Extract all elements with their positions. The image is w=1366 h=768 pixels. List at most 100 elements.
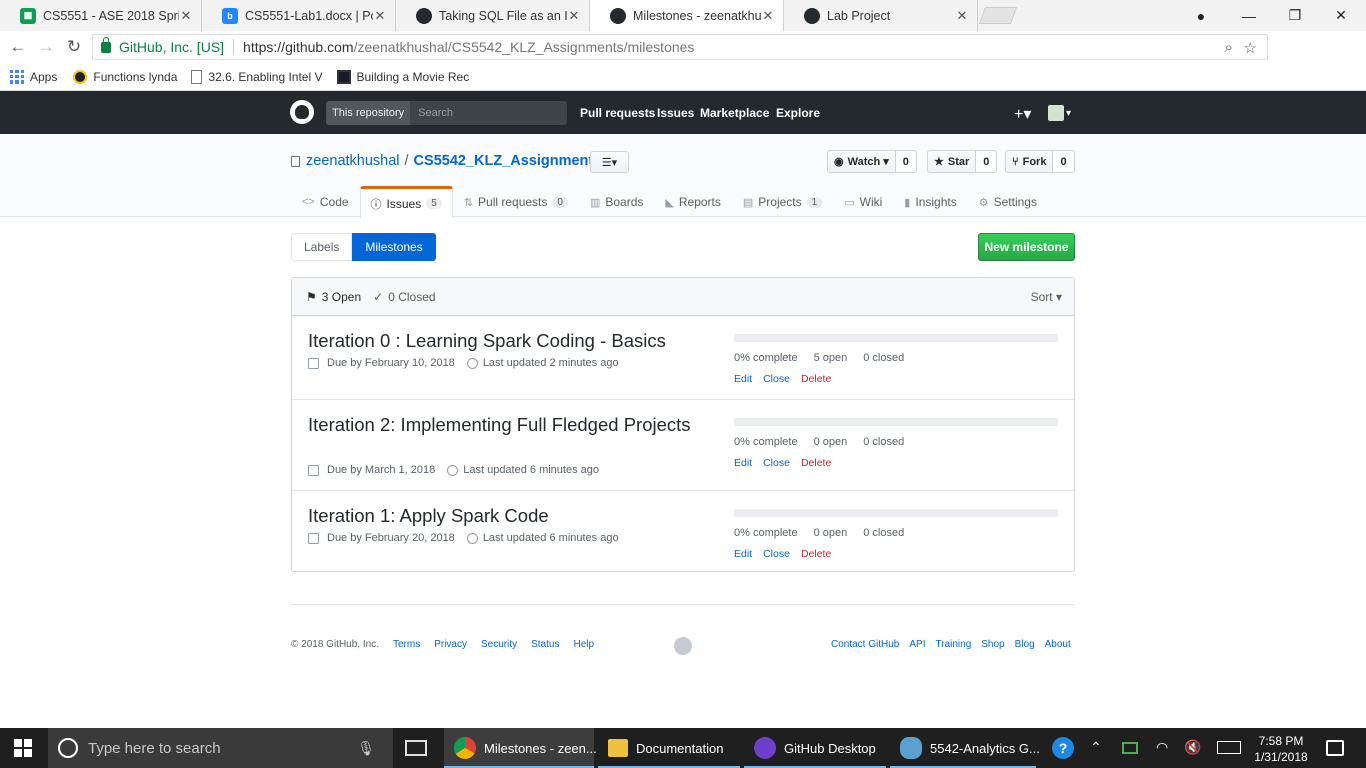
- taskbar-search[interactable]: Type here to search 🎙: [48, 728, 393, 768]
- zoom-icon[interactable]: ⌕: [1225, 39, 1233, 56]
- github-logo-icon[interactable]: [290, 100, 314, 124]
- open-issues-link[interactable]: 0 open: [814, 436, 848, 448]
- close-tab-icon[interactable]: ✕: [955, 8, 969, 24]
- footer-link-contact[interactable]: Contact GitHub: [831, 639, 899, 650]
- tab-insights[interactable]: ▮ Insights: [893, 186, 967, 217]
- tab-issues[interactable]: ⓘ Issues 5: [359, 186, 453, 218]
- search-input[interactable]: Search: [410, 107, 453, 119]
- edit-link[interactable]: Edit: [734, 373, 752, 385]
- help-icon[interactable]: ?: [1052, 737, 1074, 759]
- windows-start-icon[interactable]: [14, 739, 32, 757]
- tab-wiki[interactable]: ▭ Wiki: [833, 186, 893, 217]
- close-link[interactable]: Close: [763, 373, 790, 385]
- browser-tab[interactable]: b CS5551-Lab1.docx | Pow ✕: [202, 0, 396, 31]
- bookmark-apps[interactable]: Apps: [10, 69, 57, 84]
- sort-dropdown[interactable]: Sort ▾: [1031, 290, 1062, 304]
- restore-icon[interactable]: ❐: [1272, 0, 1318, 31]
- reload-icon[interactable]: ↻: [60, 37, 88, 57]
- footer-link-status[interactable]: Status: [531, 639, 559, 650]
- battery-icon[interactable]: [1122, 742, 1138, 754]
- tab-settings[interactable]: ⚙ Settings: [968, 186, 1048, 217]
- wifi-icon[interactable]: ◠: [1156, 739, 1168, 756]
- nav-pull-requests[interactable]: Pull requests: [580, 106, 655, 120]
- milestones-tab[interactable]: Milestones: [352, 233, 436, 261]
- delete-link[interactable]: Delete: [801, 373, 831, 385]
- forward-icon[interactable]: →: [32, 37, 60, 57]
- taskbar-app-explorer[interactable]: Documentation: [598, 728, 740, 768]
- closed-issues-link[interactable]: 0 closed: [863, 527, 904, 539]
- repo-owner-link[interactable]: zeenatkhushal: [306, 153, 400, 169]
- footer-link-blog[interactable]: Blog: [1015, 639, 1035, 650]
- footer-link-about[interactable]: About: [1045, 639, 1071, 650]
- footer-link-training[interactable]: Training: [936, 639, 972, 650]
- browser-tab-active[interactable]: Milestones - zeenatkhusl ✕: [590, 0, 784, 31]
- close-tab-icon[interactable]: ✕: [761, 8, 775, 24]
- secure-indicator[interactable]: GitHub, Inc. [US]: [101, 36, 224, 55]
- notification-center-icon[interactable]: [1326, 740, 1344, 756]
- closed-filter[interactable]: ✓ 0 Closed: [373, 290, 435, 304]
- bookmark-item[interactable]: Building a Movie Rec: [336, 69, 469, 84]
- new-tab-button[interactable]: [978, 7, 1018, 24]
- tab-reports[interactable]: ◣ Reports: [654, 186, 732, 217]
- bookmark-star-icon[interactable]: ☆: [1244, 39, 1257, 57]
- repo-menu-button[interactable]: ☰▾: [590, 151, 629, 173]
- taskbar-app-chrome[interactable]: Milestones - zeen...: [444, 728, 597, 768]
- taskbar-search-input[interactable]: Type here to search: [88, 740, 221, 757]
- fork-count[interactable]: 0: [1053, 150, 1075, 173]
- profile-icon[interactable]: ●: [1178, 0, 1224, 31]
- nav-marketplace[interactable]: Marketplace: [700, 106, 769, 120]
- open-issues-link[interactable]: 5 open: [814, 352, 848, 364]
- repo-search[interactable]: This repository Search: [326, 101, 567, 125]
- delete-link[interactable]: Delete: [801, 457, 831, 469]
- milestone-title[interactable]: Iteration 1: Apply Spark Code: [308, 504, 698, 527]
- keyboard-icon[interactable]: [1217, 741, 1241, 754]
- close-tab-icon[interactable]: ✕: [567, 8, 581, 24]
- open-filter[interactable]: ⚑ 3 Open: [306, 290, 361, 304]
- avatar[interactable]: [1048, 105, 1064, 121]
- chevron-down-icon[interactable]: ▾: [1066, 108, 1071, 119]
- repo-name-link[interactable]: CS5542_KLZ_Assignments: [414, 153, 602, 169]
- tab-pull-requests[interactable]: ⇅ Pull requests 0: [453, 186, 579, 217]
- back-icon[interactable]: ←: [4, 37, 32, 57]
- browser-tab[interactable]: Taking SQL File as an Inp ✕: [396, 0, 590, 31]
- browser-tab[interactable]: ▦ CS5551 - ASE 2018 Sprin ✕: [0, 0, 202, 31]
- milestone-title[interactable]: Iteration 2: Implementing Full Fledged P…: [308, 413, 698, 436]
- taskbar-app-github-desktop[interactable]: GitHub Desktop: [744, 728, 886, 768]
- watch-count[interactable]: 0: [895, 150, 917, 173]
- labels-tab[interactable]: Labels: [291, 233, 353, 261]
- star-button[interactable]: ★ Star: [927, 150, 977, 173]
- chevron-up-icon[interactable]: ⌃: [1090, 739, 1102, 756]
- closed-issues-link[interactable]: 0 closed: [863, 352, 904, 364]
- edit-link[interactable]: Edit: [734, 548, 752, 560]
- bookmark-item[interactable]: 32.6. Enabling Intel V: [191, 69, 323, 84]
- delete-link[interactable]: Delete: [801, 548, 831, 560]
- nav-issues[interactable]: Issues: [657, 106, 694, 120]
- speaker-muted-icon[interactable]: 🔇: [1184, 739, 1201, 756]
- browser-tab[interactable]: Lab Project ✕: [784, 0, 978, 31]
- address-bar[interactable]: GitHub, Inc. [US] https://github.com/zee…: [92, 34, 1268, 60]
- open-issues-link[interactable]: 0 open: [814, 527, 848, 539]
- close-link[interactable]: Close: [763, 548, 790, 560]
- github-footer-logo-icon[interactable]: [674, 637, 692, 655]
- fork-button[interactable]: ⑂ Fork: [1005, 150, 1054, 173]
- watch-button[interactable]: ◉ Watch ▾: [827, 150, 896, 173]
- new-milestone-button[interactable]: New milestone: [978, 233, 1075, 261]
- close-link[interactable]: Close: [763, 457, 790, 469]
- star-count[interactable]: 0: [976, 150, 998, 173]
- footer-link-shop[interactable]: Shop: [981, 639, 1004, 650]
- close-tab-icon[interactable]: ✕: [373, 8, 387, 24]
- task-view-icon[interactable]: [405, 740, 427, 756]
- tab-projects[interactable]: ▤ Projects 1: [732, 186, 833, 217]
- tab-code[interactable]: <> Code: [291, 186, 360, 217]
- tab-boards[interactable]: ▥ Boards: [579, 186, 654, 217]
- bookmark-item[interactable]: Functions lynda: [73, 69, 177, 84]
- milestone-title[interactable]: Iteration 0 : Learning Spark Coding - Ba…: [308, 329, 698, 352]
- taskbar-clock[interactable]: 7:58 PM 1/31/2018: [1254, 733, 1308, 765]
- microphone-icon[interactable]: 🎙: [357, 740, 375, 757]
- close-tab-icon[interactable]: ✕: [179, 8, 193, 24]
- footer-link-api[interactable]: API: [909, 639, 925, 650]
- nav-explore[interactable]: Explore: [776, 106, 820, 120]
- create-new-icon[interactable]: +▾: [1014, 104, 1031, 124]
- footer-link-privacy[interactable]: Privacy: [434, 639, 467, 650]
- footer-link-terms[interactable]: Terms: [393, 639, 420, 650]
